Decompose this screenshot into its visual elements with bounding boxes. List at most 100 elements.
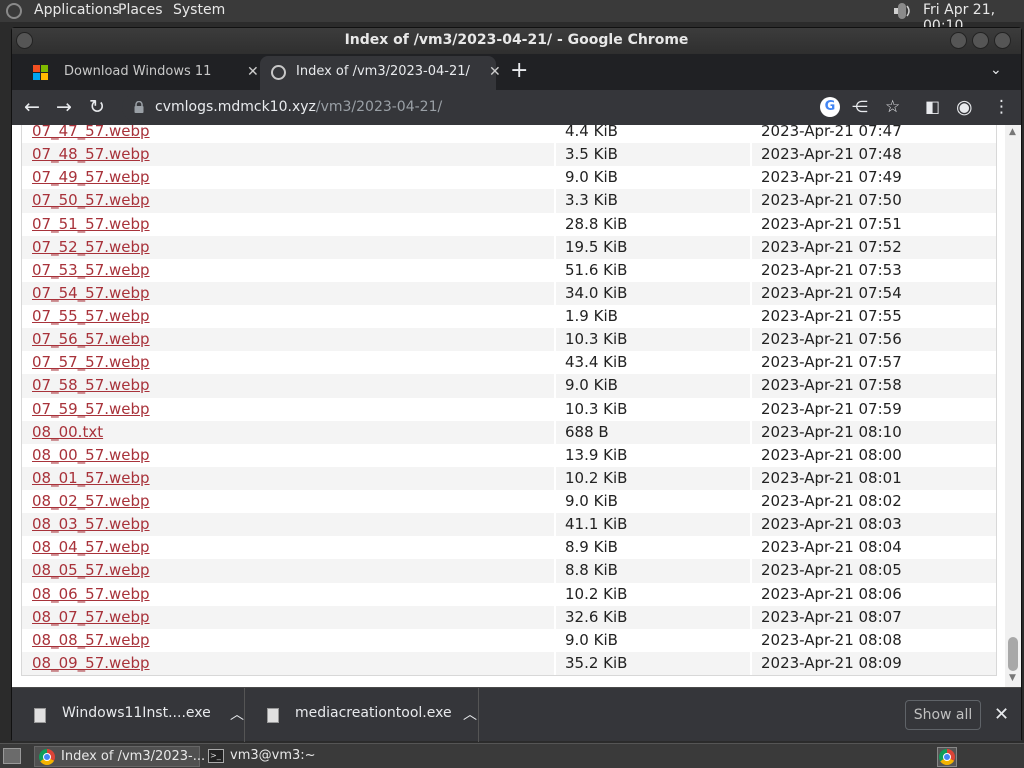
file-link[interactable]: 08_06_57.webp [32,585,150,603]
file-link[interactable]: 07_59_57.webp [32,400,150,418]
file-size: 28.8 KiB [565,214,628,233]
gnome-foot-icon[interactable] [6,3,22,19]
file-link[interactable]: 08_02_57.webp [32,492,150,510]
tab-download-windows[interactable]: Download Windows 11 ✕ [20,56,259,90]
forward-arrow-icon[interactable]: → [56,96,72,118]
address-bar[interactable]: cvmlogs.mdmck10.xyz/vm3/2023-04-21/ [122,93,832,122]
file-link[interactable]: 07_58_57.webp [32,376,150,394]
table-row: 07_59_57.webp 10.3 KiB 2023-Apr-21 07:59 [22,397,996,421]
file-link[interactable]: 07_57_57.webp [32,353,150,371]
more-menu-icon[interactable]: ⋮ [993,96,1010,118]
chrome-window: Index of /vm3/2023-04-21/ - Google Chrom… [11,27,1022,742]
tab-index-of-vm3[interactable]: Index of /vm3/2023-04-21/ ✕ [260,56,501,90]
page-viewport[interactable]: 07_47_57.webp 4.4 KiB 2023-Apr-21 07:47 07_… [12,125,1021,687]
close-tab-icon[interactable]: ✕ [489,64,501,80]
globe-icon [271,65,286,80]
exe-file-icon [34,708,46,723]
chevron-up-icon[interactable]: ︿ [230,704,244,724]
file-size: 9.0 KiB [565,630,618,649]
file-date: 2023-Apr-21 07:49 [761,168,902,187]
file-link[interactable]: 08_05_57.webp [32,561,150,579]
file-link[interactable]: 08_04_57.webp [32,538,150,556]
file-link[interactable]: 08_08_57.webp [32,631,150,649]
tray-chrome-icon[interactable] [937,747,957,767]
table-row: 07_53_57.webp 51.6 KiB 2023-Apr-21 07:53 [22,258,996,282]
column-divider [554,559,556,583]
column-divider [750,559,752,583]
scroll-up-arrow-icon[interactable]: ▲ [1009,127,1016,137]
table-row: 07_47_57.webp 4.4 KiB 2023-Apr-21 07:47 [22,125,996,144]
profile-avatar-icon[interactable]: ◉ [956,96,973,118]
table-row: 08_04_57.webp 8.9 KiB 2023-Apr-21 08:04 [22,536,996,560]
reload-icon[interactable]: ↻ [89,96,105,118]
download-item[interactable]: Windows11Inst....exe ︿ [16,688,245,742]
file-date: 2023-Apr-21 07:56 [761,330,902,349]
close-icon[interactable]: ✕ [994,704,1009,725]
maximize-button[interactable] [972,32,989,49]
column-divider [554,536,556,560]
column-divider [750,351,752,375]
side-panel-icon[interactable]: ◧ [925,96,940,118]
bookmark-star-icon[interactable]: ☆ [885,96,900,118]
column-divider [750,305,752,329]
file-link[interactable]: 07_51_57.webp [32,215,150,233]
column-divider [554,305,556,329]
vertical-scrollbar[interactable]: ▲ ▼ [1005,125,1021,687]
file-link[interactable]: 08_00.txt [32,423,103,441]
close-window-button[interactable] [994,32,1011,49]
file-link[interactable]: 07_49_57.webp [32,168,150,186]
download-shelf: Windows11Inst....exe ︿ mediacreationtool… [12,687,1021,742]
column-divider [750,328,752,352]
column-divider [554,397,556,421]
file-link[interactable]: 07_48_57.webp [32,145,150,163]
taskbar-item-terminal[interactable]: >_ vm3@vm3:~ [204,746,364,767]
close-tab-icon[interactable]: ✕ [247,64,259,80]
column-divider [554,374,556,398]
taskbar-item-label: Index of /vm3/2023-... [61,749,206,764]
file-link[interactable]: 07_54_57.webp [32,284,150,302]
taskbar-item-label: vm3@vm3:~ [230,748,316,763]
file-link[interactable]: 08_09_57.webp [32,654,150,672]
url-text[interactable]: cvmlogs.mdmck10.xyz/vm3/2023-04-21/ [155,99,442,115]
tab-search-chevron-icon[interactable]: ⌄ [990,62,1002,78]
file-link[interactable]: 07_55_57.webp [32,307,150,325]
new-tab-icon[interactable]: + [510,60,528,82]
column-divider [750,212,752,236]
file-date: 2023-Apr-21 07:47 [761,125,902,140]
file-link[interactable]: 08_07_57.webp [32,608,150,626]
system-menu[interactable]: System [173,2,225,18]
file-link[interactable]: 08_01_57.webp [32,469,150,487]
lock-icon[interactable] [134,101,144,113]
title-bar[interactable]: Index of /vm3/2023-04-21/ - Google Chrom… [12,28,1021,54]
minimize-button[interactable] [950,32,967,49]
file-link[interactable]: 07_56_57.webp [32,330,150,348]
file-size: 10.3 KiB [565,330,628,349]
file-link[interactable]: 07_52_57.webp [32,238,150,256]
file-date: 2023-Apr-21 08:08 [761,630,902,649]
file-date: 2023-Apr-21 08:01 [761,468,902,487]
column-divider [554,281,556,305]
google-lens-icon[interactable]: G [820,97,840,117]
chevron-up-icon[interactable]: ︿ [463,704,477,724]
file-size: 8.9 KiB [565,538,618,557]
file-link[interactable]: 07_47_57.webp [32,125,150,140]
applications-menu[interactable]: Applications [34,2,120,18]
file-date: 2023-Apr-21 07:55 [761,307,902,325]
file-link[interactable]: 08_00_57.webp [32,446,150,464]
scrollbar-thumb[interactable] [1008,637,1018,671]
back-arrow-icon[interactable]: ← [24,96,40,118]
show-desktop-icon[interactable] [3,748,21,764]
volume-icon[interactable] [892,2,912,20]
file-date: 2023-Apr-21 08:02 [761,492,902,510]
scroll-down-arrow-icon[interactable]: ▼ [1009,673,1016,683]
file-link[interactable]: 07_53_57.webp [32,261,150,279]
download-item[interactable]: mediacreationtool.exe ︿ [249,688,479,742]
column-divider [554,328,556,352]
taskbar-item-chrome[interactable]: Index of /vm3/2023-... [34,746,205,767]
file-size: 13.9 KiB [565,445,628,464]
show-all-button[interactable]: Show all [905,700,981,730]
file-link[interactable]: 07_50_57.webp [32,191,150,209]
places-menu[interactable]: Places [118,2,163,18]
share-icon[interactable]: ⋲ [852,96,868,118]
file-link[interactable]: 08_03_57.webp [32,515,150,533]
